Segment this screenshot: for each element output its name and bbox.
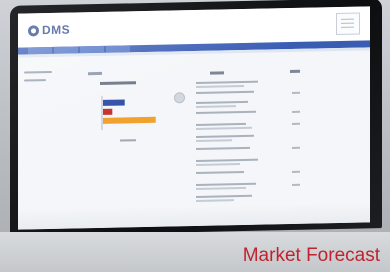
table-cell xyxy=(196,182,256,186)
table-cell xyxy=(196,122,246,126)
sidebar-item[interactable] xyxy=(24,79,46,82)
chart-bar xyxy=(103,116,156,124)
table-cell xyxy=(292,146,300,149)
logo-icon xyxy=(28,24,39,36)
header-widget-line xyxy=(341,18,354,20)
chart-bar xyxy=(103,108,113,115)
monitor-stand-area: Market Forecast xyxy=(0,232,390,272)
table-cell xyxy=(196,80,258,84)
chart-card xyxy=(100,81,170,148)
table-cell xyxy=(196,110,256,114)
app-logo[interactable]: DMS xyxy=(28,23,70,38)
bar-chart xyxy=(101,95,156,130)
left-sidebar xyxy=(24,70,64,88)
table-cell xyxy=(196,194,252,198)
table-cell xyxy=(196,146,250,150)
table-row[interactable] xyxy=(196,146,306,150)
table-cell xyxy=(196,163,240,166)
table-cell xyxy=(196,134,254,138)
table-cell xyxy=(196,126,252,130)
table-row[interactable] xyxy=(196,158,306,166)
logo-text: DMS xyxy=(42,22,71,38)
table-cell xyxy=(196,139,232,142)
table-cell xyxy=(196,100,248,104)
carousel-button[interactable] xyxy=(174,92,185,104)
table-cell xyxy=(196,186,246,190)
header-widget-line xyxy=(341,22,354,24)
table-cell xyxy=(292,110,300,113)
table-cell xyxy=(292,183,300,186)
table-cell xyxy=(196,158,258,162)
caption-text: Market Forecast xyxy=(242,245,380,266)
chart-footnote xyxy=(120,139,136,142)
header-widget[interactable] xyxy=(336,12,360,36)
forecast-table xyxy=(196,69,306,202)
table-cell xyxy=(196,90,254,94)
chart-title xyxy=(100,81,136,85)
chart-bar xyxy=(103,99,125,106)
table-header xyxy=(290,69,300,73)
table-row[interactable] xyxy=(196,194,306,202)
table-row[interactable] xyxy=(196,90,306,94)
table-cell xyxy=(292,91,300,94)
sidebar-item[interactable] xyxy=(24,70,52,74)
table-row[interactable] xyxy=(196,182,306,190)
monitor-screen: DMS xyxy=(18,6,370,230)
table-cell xyxy=(196,84,244,88)
table-row[interactable] xyxy=(196,170,306,174)
table-row[interactable] xyxy=(196,110,306,114)
table-row[interactable] xyxy=(196,100,306,108)
table-row[interactable] xyxy=(196,80,306,88)
table-cell xyxy=(196,105,236,108)
table-cell xyxy=(196,170,244,174)
header-widget-line xyxy=(341,26,354,28)
table-cell xyxy=(196,199,234,202)
table-header xyxy=(210,71,224,75)
table-cell xyxy=(292,170,300,173)
filter-label[interactable] xyxy=(88,71,102,76)
table-row[interactable] xyxy=(196,122,306,130)
table-row[interactable] xyxy=(196,134,306,142)
table-cell xyxy=(292,122,300,125)
